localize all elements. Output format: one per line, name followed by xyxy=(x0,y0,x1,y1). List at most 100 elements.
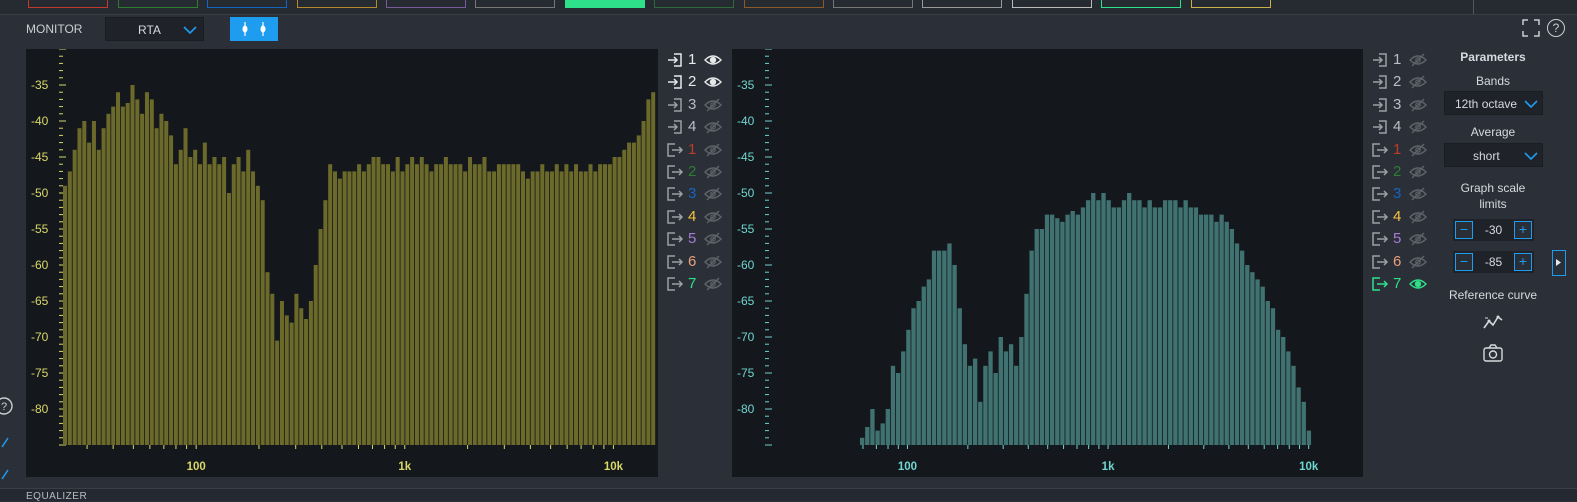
channel-button[interactable] xyxy=(297,0,377,8)
channel-row[interactable]: 2 xyxy=(666,162,724,182)
upper-limit-stepper[interactable]: − -30 + xyxy=(1453,219,1534,241)
channel-row[interactable]: 5 xyxy=(1371,229,1429,249)
eye-off-icon[interactable] xyxy=(1409,53,1427,67)
rta-bar xyxy=(1106,200,1111,445)
channel-button[interactable] xyxy=(1101,0,1181,8)
channel-button[interactable] xyxy=(386,0,466,8)
parameters-title: Parameters xyxy=(1460,50,1526,64)
panel-expand-button[interactable] xyxy=(1552,250,1566,276)
increment-button[interactable]: + xyxy=(1514,221,1532,239)
fullscreen-icon[interactable] xyxy=(1522,19,1540,37)
decrement-button[interactable]: − xyxy=(1455,221,1473,239)
channel-row[interactable]: 6 xyxy=(666,252,724,272)
channel-strip xyxy=(0,0,1577,15)
reference-curve-button[interactable] xyxy=(1481,310,1505,334)
rta-bar xyxy=(501,164,506,445)
channel-button[interactable] xyxy=(833,0,913,8)
input-icon xyxy=(1373,120,1387,134)
eye-icon[interactable] xyxy=(704,53,722,67)
lower-limit-stepper[interactable]: − -85 + xyxy=(1453,251,1534,273)
increment-button[interactable]: + xyxy=(1514,253,1532,271)
upper-limit-value[interactable]: -30 xyxy=(1475,223,1512,237)
channel-row[interactable]: 7 xyxy=(1371,274,1429,294)
rta-bar xyxy=(366,164,371,445)
rta-bar xyxy=(1142,207,1147,445)
channel-number: 1 xyxy=(1393,140,1402,158)
eye-off-icon[interactable] xyxy=(1409,75,1427,89)
channel-row[interactable]: 4 xyxy=(1371,207,1429,227)
channel-row[interactable]: 6 xyxy=(1371,252,1429,272)
eye-off-icon[interactable] xyxy=(704,210,722,224)
mode-select[interactable]: RTA xyxy=(105,17,204,41)
eye-off-icon[interactable] xyxy=(704,143,722,157)
eye-off-icon[interactable] xyxy=(1409,187,1427,201)
channel-button[interactable] xyxy=(654,0,734,8)
marker-toggle-button[interactable] xyxy=(230,17,278,41)
rta-bar xyxy=(1173,200,1178,445)
channel-row[interactable]: 3 xyxy=(666,95,724,115)
help-icon[interactable]: ? xyxy=(1547,19,1565,37)
rta-bar xyxy=(962,344,968,445)
rta-bar xyxy=(496,164,501,445)
channel-row[interactable]: 7 xyxy=(666,274,724,294)
edit-icon[interactable] xyxy=(0,461,14,483)
channel-button[interactable] xyxy=(744,0,824,8)
rta-bar xyxy=(525,178,530,445)
output-icon xyxy=(667,232,684,246)
channel-row[interactable]: 1 xyxy=(666,140,724,160)
eye-icon[interactable] xyxy=(1409,277,1427,291)
channel-row[interactable]: 3 xyxy=(1371,95,1429,115)
snapshot-button[interactable] xyxy=(1481,341,1505,365)
eye-off-icon[interactable] xyxy=(1409,143,1427,157)
channel-button[interactable] xyxy=(922,0,1002,8)
average-select[interactable]: short xyxy=(1444,143,1543,167)
eye-off-icon[interactable] xyxy=(704,255,722,269)
eye-off-icon[interactable] xyxy=(1409,210,1427,224)
channel-button[interactable] xyxy=(1191,0,1271,8)
channel-button[interactable] xyxy=(207,0,287,8)
channel-row[interactable]: 2 xyxy=(1371,72,1429,92)
channel-number: 4 xyxy=(688,207,697,225)
edit-icon[interactable] xyxy=(0,429,14,451)
eye-off-icon[interactable] xyxy=(704,165,722,179)
eye-off-icon[interactable] xyxy=(704,232,722,246)
channel-row[interactable]: 3 xyxy=(1371,184,1429,204)
eye-off-icon[interactable] xyxy=(1409,255,1427,269)
channel-button[interactable] xyxy=(565,0,645,8)
bands-select[interactable]: 12th octave xyxy=(1444,91,1543,115)
channel-button[interactable] xyxy=(1012,0,1092,8)
rta-bar xyxy=(178,149,183,446)
channel-button[interactable] xyxy=(118,0,198,8)
chevron-down-icon xyxy=(1524,152,1538,160)
rta-bar xyxy=(1214,221,1219,445)
channel-row[interactable]: 2 xyxy=(666,72,724,92)
eye-off-icon[interactable] xyxy=(1409,232,1427,246)
bands-select-value: 12th octave xyxy=(1455,97,1518,111)
channel-row[interactable]: 5 xyxy=(666,229,724,249)
channel-row[interactable]: 4 xyxy=(666,207,724,227)
y-tick-label: -80 xyxy=(737,402,755,416)
eye-off-icon[interactable] xyxy=(704,98,722,112)
eye-off-icon[interactable] xyxy=(704,120,722,134)
eye-off-icon[interactable] xyxy=(704,187,722,201)
channel-button[interactable] xyxy=(28,0,108,8)
channel-row[interactable]: 3 xyxy=(666,184,724,204)
channel-button[interactable] xyxy=(475,0,555,8)
channel-row[interactable]: 1 xyxy=(1371,50,1429,70)
rta-bar xyxy=(895,373,901,445)
eye-off-icon[interactable] xyxy=(1409,98,1427,112)
channel-row[interactable]: 4 xyxy=(1371,117,1429,137)
eye-off-icon[interactable] xyxy=(1409,165,1427,179)
rta-bar xyxy=(916,301,921,445)
eye-icon[interactable] xyxy=(704,75,722,89)
help-icon[interactable]: ? xyxy=(0,395,14,417)
eye-off-icon[interactable] xyxy=(1409,120,1427,134)
lower-limit-value[interactable]: -85 xyxy=(1475,255,1512,269)
channel-number: 1 xyxy=(688,140,697,158)
decrement-button[interactable]: − xyxy=(1455,253,1473,271)
channel-row[interactable]: 1 xyxy=(1371,140,1429,160)
channel-row[interactable]: 1 xyxy=(666,50,724,70)
eye-off-icon[interactable] xyxy=(704,277,722,291)
channel-row[interactable]: 2 xyxy=(1371,162,1429,182)
channel-row[interactable]: 4 xyxy=(666,117,724,137)
